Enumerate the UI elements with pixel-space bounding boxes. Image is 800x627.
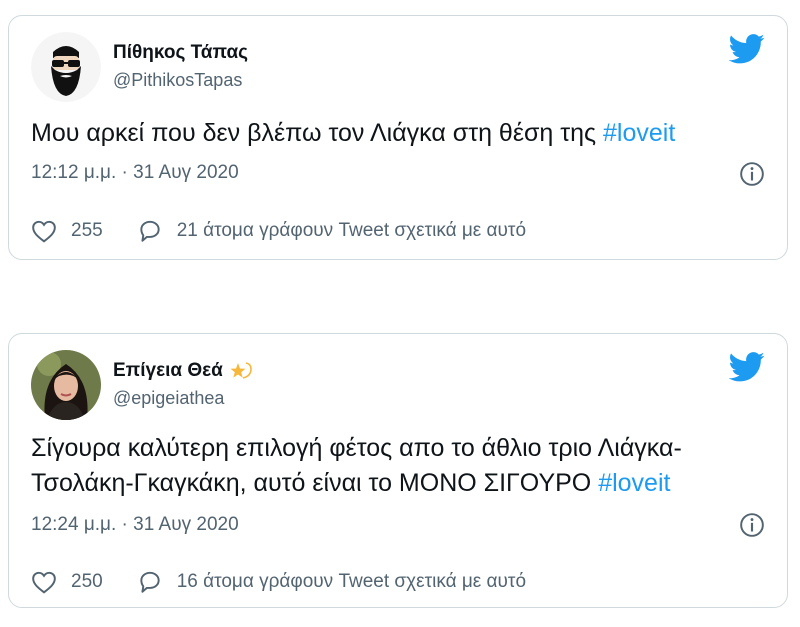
reply-bubble-icon [140,220,160,242]
tweet-body: Σίγουρα καλύτερη επιλογή φέτος απο το άθ… [31,434,682,497]
twitter-bird-icon[interactable] [729,352,765,382]
tweet-body: Μου αρκεί που δεν βλέπω τον Λιάγκα στη θ… [31,119,604,147]
tweet-text: Μου αρκεί που δεν βλέπω τον Λιάγκα στη θ… [31,116,769,151]
heart-icon [32,571,56,594]
reply-button[interactable]: 16 άτομα γράφουν Tweet σχετικά με αυτό [137,570,526,594]
info-icon[interactable] [739,161,765,187]
reply-bubble-icon [140,571,160,593]
like-button[interactable]: 255 [31,219,103,243]
tweet-timestamp[interactable]: 12:24 μ.μ. · 31 Αυγ 2020 [31,514,239,536]
avatar[interactable] [31,32,101,102]
like-button[interactable]: 250 [31,570,103,594]
hashtag-link[interactable]: #loveit [598,469,670,497]
like-count: 250 [71,571,103,592]
hashtag-link[interactable]: #loveit [603,119,675,147]
reply-button[interactable]: 21 άτομα γράφουν Tweet σχετικά με αυτό [137,219,526,243]
user-handle[interactable]: @PithikosTapas [113,70,248,91]
reply-count-text: 16 άτομα γράφουν Tweet σχετικά με αυτό [176,571,527,592]
like-count: 255 [71,220,103,241]
twitter-bird-icon[interactable] [729,34,765,64]
tweet-card[interactable]: Επίγεια Θεά @epigeiathea Σίγουρα καλύτερ… [8,333,788,608]
bearded-man-avatar-icon [31,32,101,102]
tweet-timestamp[interactable]: 12:12 μ.μ. · 31 Αυγ 2020 [31,162,239,184]
user-handle[interactable]: @epigeiathea [113,388,253,409]
info-icon[interactable] [739,512,765,538]
tweet-card[interactable]: Πίθηκος Τάπας @PithikosTapas Μου αρκεί π… [8,15,788,260]
tweet-text: Σίγουρα καλύτερη επιλογή φέτος απο το άθ… [31,431,769,501]
dizzy-star-icon [230,362,252,379]
heart-icon [32,220,56,243]
display-name[interactable]: Πίθηκος Τάπας [113,42,248,64]
reply-count-text: 21 άτομα γράφουν Tweet σχετικά με αυτό [176,220,527,241]
avatar[interactable] [31,350,101,420]
display-name[interactable]: Επίγεια Θεά [113,360,253,382]
woman-avatar-icon [31,350,101,420]
